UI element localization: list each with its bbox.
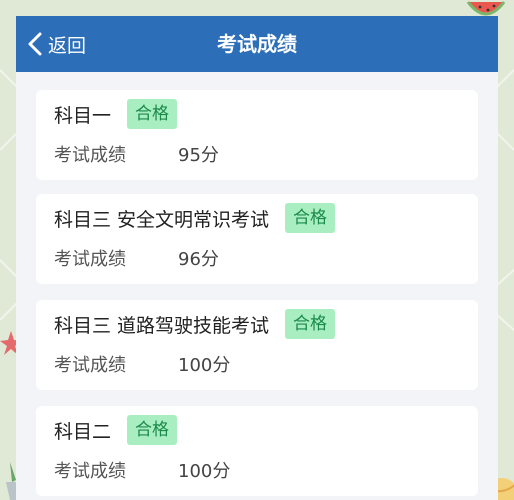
status-badge: 合格: [285, 203, 336, 233]
card-title-row: 科目三 安全文明常识考试 合格: [54, 202, 336, 234]
score-row: 考试成绩 95分: [54, 140, 219, 168]
subject-name: 科目三 道路驾驶技能考试: [54, 314, 270, 337]
page-title: 考试成绩: [217, 32, 297, 56]
status-badge: 合格: [127, 99, 178, 129]
score-value: 100分: [178, 461, 231, 482]
score-row: 考试成绩 100分: [54, 350, 230, 378]
subject-name: 科目一: [54, 104, 112, 127]
score-card[interactable]: 科目三 道路驾驶技能考试 合格 考试成绩 100分: [36, 300, 478, 390]
score-row: 考试成绩 96分: [54, 244, 219, 272]
score-label: 考试成绩: [54, 249, 126, 270]
chevron-left-icon: [28, 32, 42, 56]
score-card[interactable]: 科目三 安全文明常识考试 合格 考试成绩 96分: [36, 194, 478, 284]
card-title-row: 科目三 道路驾驶技能考试 合格: [54, 308, 336, 340]
card-title-row: 科目一 合格: [54, 98, 178, 130]
subject-name: 科目二: [54, 420, 112, 443]
score-value: 96分: [178, 249, 219, 270]
score-panel: 返回 考试成绩 科目一 合格 考试成绩 95分 科目三 安全文明常识考试 合格 …: [16, 16, 498, 500]
header-bar: 返回 考试成绩: [16, 16, 498, 72]
score-row: 考试成绩 100分: [54, 456, 230, 484]
score-card[interactable]: 科目一 合格 考试成绩 95分: [36, 90, 478, 180]
card-title-row: 科目二 合格: [54, 414, 178, 446]
score-label: 考试成绩: [54, 461, 126, 482]
status-badge: 合格: [285, 309, 336, 339]
score-value: 95分: [178, 145, 219, 166]
subject-name: 科目三 安全文明常识考试: [54, 208, 270, 231]
score-value: 100分: [178, 355, 231, 376]
status-badge: 合格: [127, 415, 178, 445]
score-card[interactable]: 科目二 合格 考试成绩 100分: [36, 406, 478, 496]
back-button[interactable]: 返回: [26, 30, 86, 58]
back-label: 返回: [48, 34, 87, 57]
score-label: 考试成绩: [54, 355, 126, 376]
score-label: 考试成绩: [54, 145, 126, 166]
